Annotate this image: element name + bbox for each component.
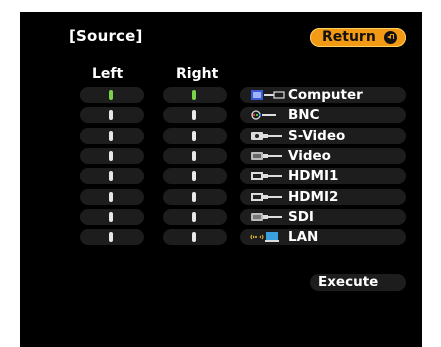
left-slot-3[interactable] (80, 127, 144, 144)
slot-indicator (192, 191, 196, 202)
source-label: Video (288, 147, 331, 164)
slot-indicator (192, 150, 196, 161)
slot-indicator (192, 232, 196, 243)
left-slot-1[interactable] (80, 87, 144, 103)
left-slot-2[interactable] (80, 107, 144, 124)
slot-indicator (109, 211, 113, 222)
right-slot-1[interactable] (163, 87, 227, 103)
return-button[interactable]: Return (310, 28, 406, 47)
source-item-s-video[interactable]: S-Video (240, 127, 406, 144)
source-item-bnc[interactable]: BNC (240, 107, 406, 124)
source-label: HDMI1 (288, 168, 339, 185)
menu-title: [Source] (69, 27, 143, 45)
right-slot-6[interactable] (163, 188, 227, 205)
sdi-port-icon (251, 212, 282, 221)
return-button-label: Return (322, 29, 376, 45)
slot-indicator (109, 150, 113, 161)
right-slot-2[interactable] (163, 107, 227, 124)
source-label: LAN (288, 229, 319, 246)
source-item-lan[interactable]: LAN (240, 229, 406, 246)
source-label: SDI (288, 208, 314, 225)
hdmi-port-icon (251, 192, 282, 201)
slot-indicator (109, 171, 113, 182)
slot-indicator (109, 110, 113, 121)
source-item-hdmi2[interactable]: HDMI2 (240, 188, 406, 205)
slot-indicator (192, 211, 196, 222)
lan-wireless-icon (250, 232, 279, 243)
slot-indicator (109, 90, 113, 100)
source-menu-screen: [Source] Return Left Right Computer BNC S-… (20, 12, 422, 347)
right-slot-7[interactable] (163, 208, 227, 225)
slot-indicator (109, 130, 113, 141)
video-port-icon (251, 151, 282, 160)
left-slot-8[interactable] (80, 229, 144, 246)
slot-indicator (192, 130, 196, 141)
source-item-computer[interactable]: Computer (240, 87, 406, 103)
slot-indicator (192, 110, 196, 121)
source-item-hdmi1[interactable]: HDMI1 (240, 168, 406, 185)
left-slot-7[interactable] (80, 208, 144, 225)
enter-icon (384, 31, 397, 44)
slot-indicator (109, 191, 113, 202)
right-slot-8[interactable] (163, 229, 227, 246)
computer-port-icon (251, 90, 285, 100)
left-slot-5[interactable] (80, 168, 144, 185)
source-label: Computer (288, 87, 363, 103)
left-slot-4[interactable] (80, 147, 144, 164)
execute-button[interactable]: Execute (310, 274, 406, 291)
right-slot-4[interactable] (163, 147, 227, 164)
left-slot-6[interactable] (80, 188, 144, 205)
slot-indicator (109, 232, 113, 243)
source-label: S-Video (288, 127, 346, 144)
source-item-sdi[interactable]: SDI (240, 208, 406, 225)
hdmi-port-icon (251, 172, 282, 181)
slot-indicator (192, 90, 196, 100)
right-column-header: Right (176, 66, 219, 82)
svideo-port-icon (251, 131, 282, 140)
source-label: HDMI2 (288, 188, 339, 205)
right-slot-3[interactable] (163, 127, 227, 144)
source-label: BNC (288, 107, 320, 124)
execute-button-label: Execute (318, 274, 379, 290)
right-slot-5[interactable] (163, 168, 227, 185)
source-item-video[interactable]: Video (240, 147, 406, 164)
slot-indicator (192, 171, 196, 182)
bnc-port-icon (251, 110, 276, 120)
left-column-header: Left (92, 66, 124, 82)
